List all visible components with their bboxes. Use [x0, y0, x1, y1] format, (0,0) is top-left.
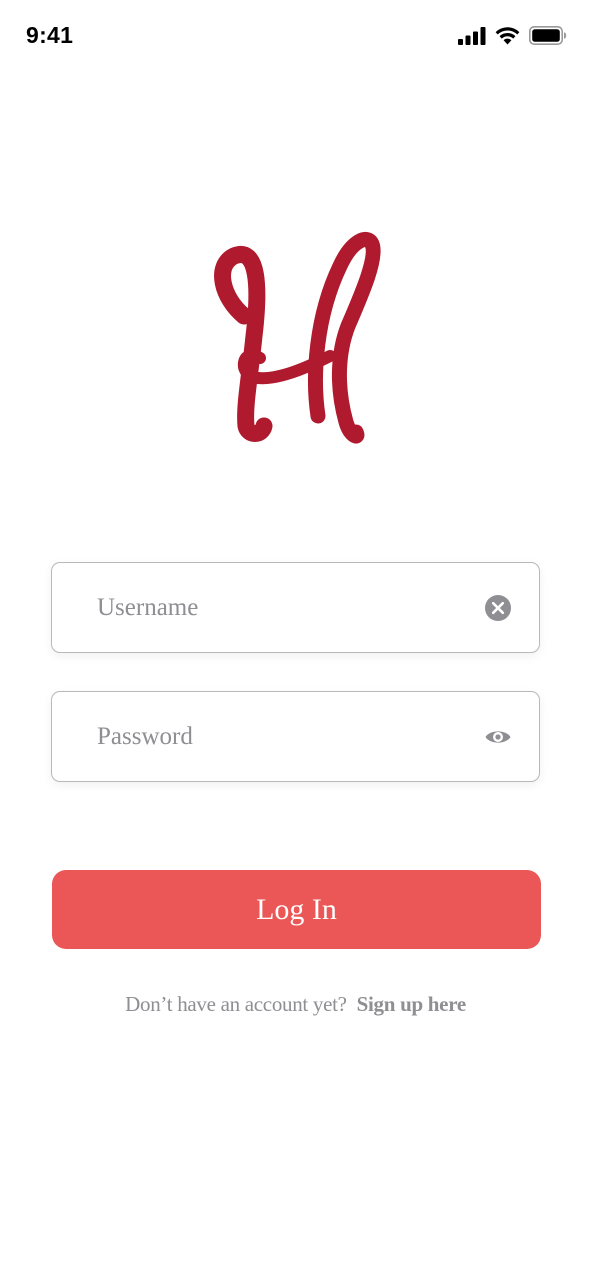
password-input[interactable] — [97, 692, 467, 781]
login-button[interactable]: Log In — [52, 870, 541, 949]
battery-icon — [529, 26, 567, 45]
eye-icon[interactable] — [483, 723, 513, 751]
username-input[interactable] — [97, 563, 467, 652]
username-field[interactable] — [51, 562, 540, 653]
signup-link[interactable]: Sign up here — [357, 992, 467, 1016]
logo-icon — [214, 232, 381, 444]
clear-icon[interactable] — [484, 594, 512, 622]
signal-icon — [458, 26, 486, 45]
wifi-icon — [495, 26, 520, 44]
status-bar: 9:41 — [0, 0, 591, 76]
signup-line: Don’t have an account yet? Sign up here — [0, 992, 591, 1017]
password-field[interactable] — [51, 691, 540, 782]
status-time: 9:41 — [26, 22, 74, 48]
signup-prompt: Don’t have an account yet? — [125, 992, 347, 1016]
status-icons — [458, 26, 567, 45]
